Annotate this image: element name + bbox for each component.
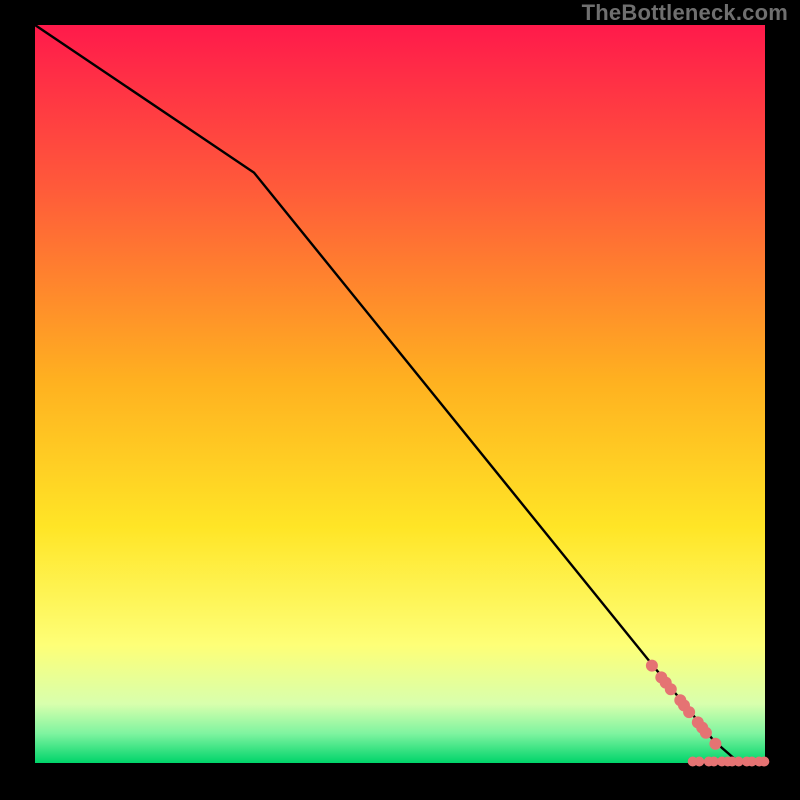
marker-dot — [700, 727, 712, 739]
chart-stage: TheBottleneck.com — [0, 0, 800, 800]
marker-dot — [759, 757, 769, 767]
plot-area-gradient — [35, 25, 765, 763]
chart-svg — [0, 0, 800, 800]
watermark-text: TheBottleneck.com — [582, 0, 788, 26]
marker-dot — [646, 660, 658, 672]
marker-dot — [683, 706, 695, 718]
marker-dot — [709, 738, 721, 750]
marker-dot — [694, 757, 704, 767]
marker-dot — [665, 683, 677, 695]
